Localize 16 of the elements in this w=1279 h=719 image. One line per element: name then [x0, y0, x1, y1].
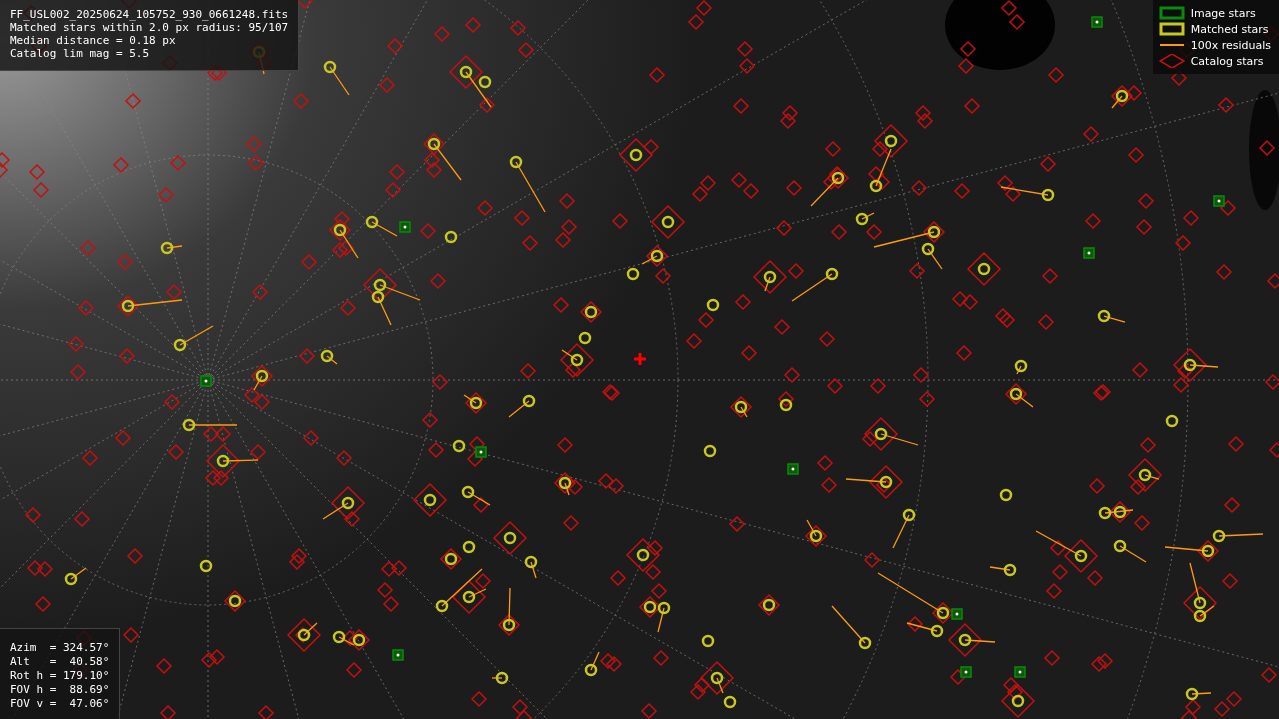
- info-text: Catalog lim mag = 5.5: [10, 47, 151, 60]
- catalog-legend-icon: [1158, 54, 1185, 68]
- pointing-text: Alt = 40.58°: [10, 655, 110, 669]
- pointing-text: Rot h = 179.10°: [10, 669, 110, 683]
- legend-label: 100x residuals: [1190, 38, 1271, 52]
- matched-legend-icon: [1158, 22, 1185, 36]
- pointing-text: Azim = 324.57°: [10, 641, 110, 655]
- legend-label: Image stars: [1190, 6, 1256, 20]
- pointing-text: FOV h = 88.69°: [10, 683, 110, 697]
- legend-label: Matched stars: [1190, 22, 1269, 36]
- legend-label: Catalog stars: [1190, 54, 1264, 68]
- info-text: Matched stars within 2.0 px radius: 95/107: [10, 21, 289, 34]
- image-legend-icon: [1158, 6, 1185, 20]
- pointing-text: FOV v = 47.06°: [10, 697, 110, 711]
- info-text: FF_USL002_20250624_105752_930_0661248.fits: [10, 8, 289, 21]
- info-text: Median distance = 0.18 px: [10, 34, 177, 47]
